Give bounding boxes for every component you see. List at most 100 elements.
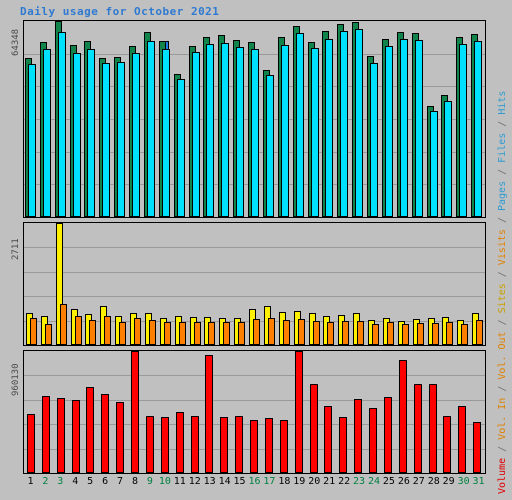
hits-bar (384, 46, 393, 217)
day-column (321, 223, 336, 345)
day-column (173, 223, 188, 345)
day-column (455, 223, 470, 345)
hits-bar (265, 75, 274, 217)
volume-bar (324, 406, 333, 473)
hits-bar (161, 49, 170, 217)
day-label-30: 30 (457, 476, 470, 487)
day-column (307, 223, 322, 345)
day-column (69, 351, 84, 473)
day-column (307, 21, 322, 217)
hits-bar (280, 45, 289, 217)
day-column (113, 223, 128, 345)
visits-bar (327, 322, 335, 345)
day-column (336, 21, 351, 217)
day-column (39, 351, 54, 473)
day-column (277, 223, 292, 345)
hits-bar (191, 52, 200, 217)
day-column (321, 21, 336, 217)
day-column (262, 223, 277, 345)
visits-bar (357, 321, 365, 345)
legend-separator: / (497, 313, 508, 332)
day-label-11: 11 (173, 476, 186, 487)
day-column (217, 223, 232, 345)
visits-bar (44, 324, 52, 345)
day-column (113, 21, 128, 217)
day-column (292, 223, 307, 345)
day-label-15: 15 (233, 476, 246, 487)
legend-item-vol-out: Vol. Out (497, 331, 508, 380)
day-label-18: 18 (278, 476, 291, 487)
day-column (440, 21, 455, 217)
visits-bar (372, 324, 380, 345)
day-label-28: 28 (427, 476, 440, 487)
day-label-22: 22 (338, 476, 351, 487)
hits-plot-area (24, 21, 485, 217)
day-column (188, 223, 203, 345)
day-column (366, 21, 381, 217)
day-label-6: 6 (102, 476, 109, 487)
day-label-10: 10 (158, 476, 171, 487)
hits-bar (102, 63, 111, 217)
day-column (39, 21, 54, 217)
day-column (455, 21, 470, 217)
hits-bar (429, 111, 438, 217)
day-column (217, 21, 232, 217)
hits-bar (28, 64, 36, 217)
day-column (455, 351, 470, 473)
hits-bar (176, 79, 185, 217)
volume-bar (428, 384, 437, 473)
day-column (83, 223, 98, 345)
day-column (396, 21, 411, 217)
hits-bar (221, 43, 230, 217)
day-column (143, 351, 158, 473)
day-label-23: 23 (353, 476, 366, 487)
visits-bar (312, 321, 320, 345)
visits-bar (74, 316, 82, 345)
day-column (247, 223, 262, 345)
legend-separator: / (497, 162, 508, 181)
day-column (24, 351, 39, 473)
day-column (232, 21, 247, 217)
usage-report: Daily usage for October 2021 64348 2711 … (0, 0, 512, 500)
visits-bar (431, 323, 439, 345)
volume-bar (473, 422, 482, 473)
day-column (158, 223, 173, 345)
hits-bar (310, 48, 319, 217)
day-label-16: 16 (248, 476, 261, 487)
hits-files-pages-chart (23, 20, 486, 218)
hits-bar (42, 49, 51, 217)
day-label-17: 17 (263, 476, 276, 487)
day-column (277, 351, 292, 473)
visits-bar (119, 322, 127, 345)
day-column (470, 223, 485, 345)
volume-bar (398, 360, 407, 473)
day-column (158, 21, 173, 217)
day-column (336, 351, 351, 473)
day-column (351, 223, 366, 345)
visits-bar (193, 322, 201, 345)
day-column (113, 351, 128, 473)
day-column (426, 223, 441, 345)
visits-bar (461, 324, 469, 345)
volume-bar (250, 420, 259, 473)
day-column (381, 351, 396, 473)
day-column (188, 21, 203, 217)
day-column (396, 223, 411, 345)
day-label-21: 21 (323, 476, 336, 487)
day-column (69, 21, 84, 217)
hits-bar (370, 63, 379, 217)
day-label-20: 20 (308, 476, 321, 487)
x-axis-day-labels: 1 2 3 4 5 6 7 8 9 10 11 12 13 14 15 16 17 18 19 20 21 22 23 24 2… (23, 476, 486, 496)
volume-bar (294, 351, 303, 473)
hits-bar (57, 32, 66, 217)
day-column (202, 223, 217, 345)
day-column (232, 351, 247, 473)
day-column (366, 223, 381, 345)
day-column (24, 21, 39, 217)
day-column (128, 21, 143, 217)
day-label-25: 25 (382, 476, 395, 487)
day-label-27: 27 (412, 476, 425, 487)
volume-bar (235, 416, 244, 473)
day-column (351, 21, 366, 217)
volume-bar (41, 396, 50, 473)
